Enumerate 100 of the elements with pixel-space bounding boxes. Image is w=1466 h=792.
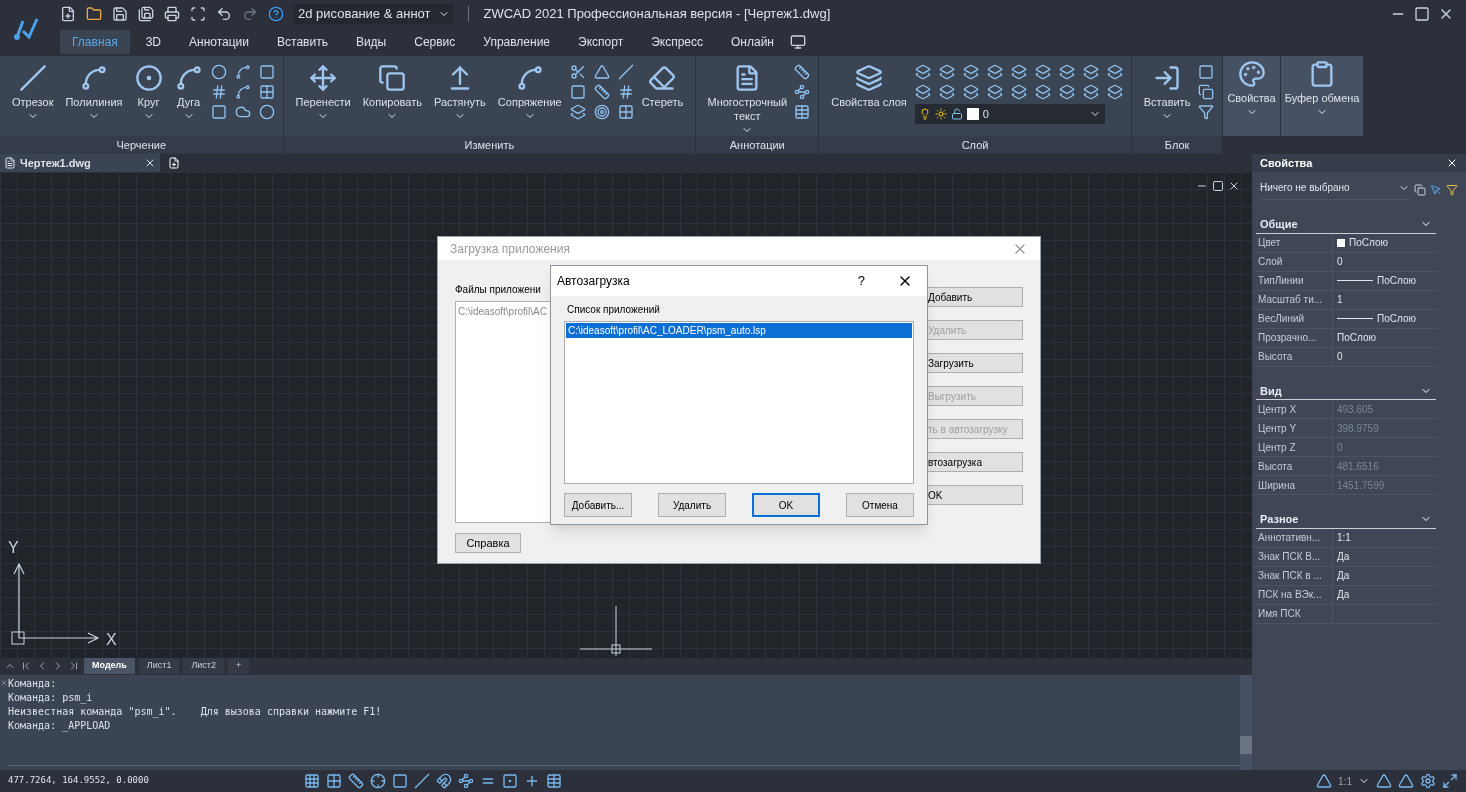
layout-tab[interactable]: Лист2 (183, 658, 224, 674)
list-item[interactable]: C:\ideasoft\profil\AC_LOADER\psm_auto.lsp (566, 323, 912, 338)
layer-tool-icon[interactable] (1010, 84, 1027, 100)
ribbon-tool-button[interactable]: Стереть (637, 60, 688, 110)
file-list[interactable]: C:\ideasoft\profil\AC (455, 301, 551, 523)
annotation-scale[interactable]: 1:1 (1338, 773, 1352, 789)
layer-tool-icon[interactable] (1034, 84, 1051, 100)
ribbon-tab[interactable]: Экспорт (566, 30, 636, 54)
section-header[interactable]: Вид (1256, 382, 1436, 400)
ribbon-tool-button[interactable]: Круг (130, 60, 167, 122)
scan-icon[interactable] (190, 6, 206, 22)
copy-icon[interactable] (1414, 184, 1426, 196)
dynamic-input-icon[interactable] (458, 773, 474, 789)
square-icon[interactable] (210, 104, 227, 120)
list-item[interactable]: C:\ideasoft\profil\AC (458, 304, 548, 319)
annotation-visibility-icon[interactable] (1376, 773, 1392, 789)
ribbon-tool-button[interactable]: Вставить (1139, 60, 1195, 122)
transparency-icon[interactable] (502, 773, 518, 789)
layer-tool-icon[interactable] (962, 64, 979, 80)
property-value[interactable]: ПоСлою (1332, 328, 1438, 347)
application-list[interactable]: C:\ideasoft\profil\AC_LOADER\psm_auto.lsp (564, 321, 914, 484)
help-icon[interactable] (268, 6, 284, 22)
square-icon[interactable] (258, 64, 275, 80)
drawing-canvas[interactable] (0, 172, 1252, 658)
layer-tool-icon[interactable] (914, 84, 931, 100)
snap-grid-icon[interactable] (326, 773, 342, 789)
new-tab-icon[interactable] (168, 157, 180, 169)
property-value[interactable]: 1 (1332, 290, 1438, 309)
maximize-icon[interactable] (1414, 6, 1430, 22)
redo-icon[interactable] (242, 6, 258, 22)
undo-icon[interactable] (216, 6, 232, 22)
ribbon-tab[interactable]: Онлайн (719, 30, 786, 54)
layer-tool-icon[interactable] (1058, 84, 1075, 100)
printer-icon[interactable] (164, 6, 180, 22)
ribbon-tab[interactable]: Экспресс (639, 30, 715, 54)
tracking-icon[interactable] (414, 773, 430, 789)
help-button[interactable]: ? (857, 271, 865, 291)
layer-tool-icon[interactable] (1106, 64, 1123, 80)
copy-icon[interactable] (1198, 84, 1215, 100)
property-value[interactable]: Да (1332, 585, 1438, 604)
scissors-icon[interactable] (569, 64, 586, 80)
layer-tool-icon[interactable] (962, 84, 979, 100)
auto-scale-icon[interactable] (1398, 773, 1414, 789)
close-icon[interactable] (1228, 180, 1240, 192)
ribbon-tab[interactable]: Вставить (265, 30, 340, 54)
cloud-icon[interactable] (234, 104, 251, 120)
ribbon-tool-button[interactable]: Отрезок (8, 60, 58, 122)
circle-icon[interactable] (210, 64, 227, 80)
property-value[interactable]: 0 (1332, 252, 1438, 271)
ribbon-tab[interactable]: Виды (343, 30, 399, 54)
ribbon-tab[interactable]: Управление (471, 30, 563, 54)
folder-icon[interactable] (86, 6, 102, 22)
spline-icon[interactable] (234, 64, 251, 80)
filter-icon[interactable] (1198, 104, 1215, 120)
annotation-scale-icon[interactable] (1316, 773, 1333, 789)
dialog-button[interactable]: Отмена (846, 493, 914, 517)
command-line-panel[interactable]: Команда: Команда: psm_i Неизвестная команда "psm_i". Для вызова справки нажмите F1! Команда: _APPLOAD (0, 674, 1252, 770)
ribbon-tool-button[interactable]: Многострочный текст (704, 60, 791, 136)
ruler-icon[interactable] (593, 84, 610, 100)
polar-icon[interactable] (370, 773, 386, 789)
add-layout-button[interactable]: + (228, 658, 250, 674)
layer-tool-icon[interactable] (938, 64, 955, 80)
ribbon-tool-button[interactable]: Растянуть (429, 60, 490, 122)
ribbon-tab[interactable]: 3D (133, 30, 174, 54)
line-icon[interactable] (617, 64, 634, 80)
scrollbar[interactable] (1240, 675, 1252, 770)
layer-tool-icon[interactable] (1010, 64, 1027, 80)
property-value[interactable]: 0 (1332, 347, 1438, 366)
hatch-icon[interactable] (617, 84, 634, 100)
close-icon[interactable] (144, 157, 156, 169)
magnet-icon[interactable] (436, 773, 452, 789)
first-layout-icon[interactable] (20, 660, 32, 672)
layer-tool-icon[interactable] (938, 84, 955, 100)
ribbon-tool-button[interactable]: Перенести (291, 60, 355, 122)
last-layout-icon[interactable] (68, 660, 80, 672)
ribbon-tab[interactable]: Главная (60, 30, 130, 54)
dialog-button[interactable]: Добавить... (564, 493, 632, 517)
layer-dropdown[interactable]: 0 (914, 104, 1105, 124)
leader-icon[interactable] (794, 84, 811, 100)
target-icon[interactable] (593, 104, 610, 120)
monitor-icon[interactable] (789, 34, 806, 50)
filter-icon[interactable] (1446, 184, 1458, 196)
ribbon-tool-button[interactable]: Сопряжение (493, 60, 566, 122)
ortho-icon[interactable] (348, 773, 364, 789)
osnap-icon[interactable] (392, 773, 408, 789)
property-value[interactable]: 1:1 (1332, 528, 1438, 547)
section-header[interactable]: Разное (1256, 511, 1436, 529)
layer-tool-icon[interactable] (1106, 84, 1123, 100)
layer-tool-icon[interactable] (1034, 64, 1051, 80)
layout-tab[interactable]: Модель (84, 658, 135, 674)
triangle-icon[interactable] (593, 64, 610, 80)
selection-dropdown[interactable]: Ничего не выбрано (1260, 180, 1410, 200)
document-tab[interactable]: Чертеж1.dwg (0, 154, 160, 172)
spline-icon[interactable] (234, 84, 251, 100)
settings-icon[interactable] (1420, 773, 1436, 789)
square-icon[interactable] (569, 84, 586, 100)
layer-tool-icon[interactable] (986, 84, 1003, 100)
ribbon-tool-button[interactable]: Полилиния (61, 60, 127, 122)
new-file-icon[interactable] (60, 6, 76, 22)
property-value[interactable]: ПоСлою (1332, 233, 1438, 252)
